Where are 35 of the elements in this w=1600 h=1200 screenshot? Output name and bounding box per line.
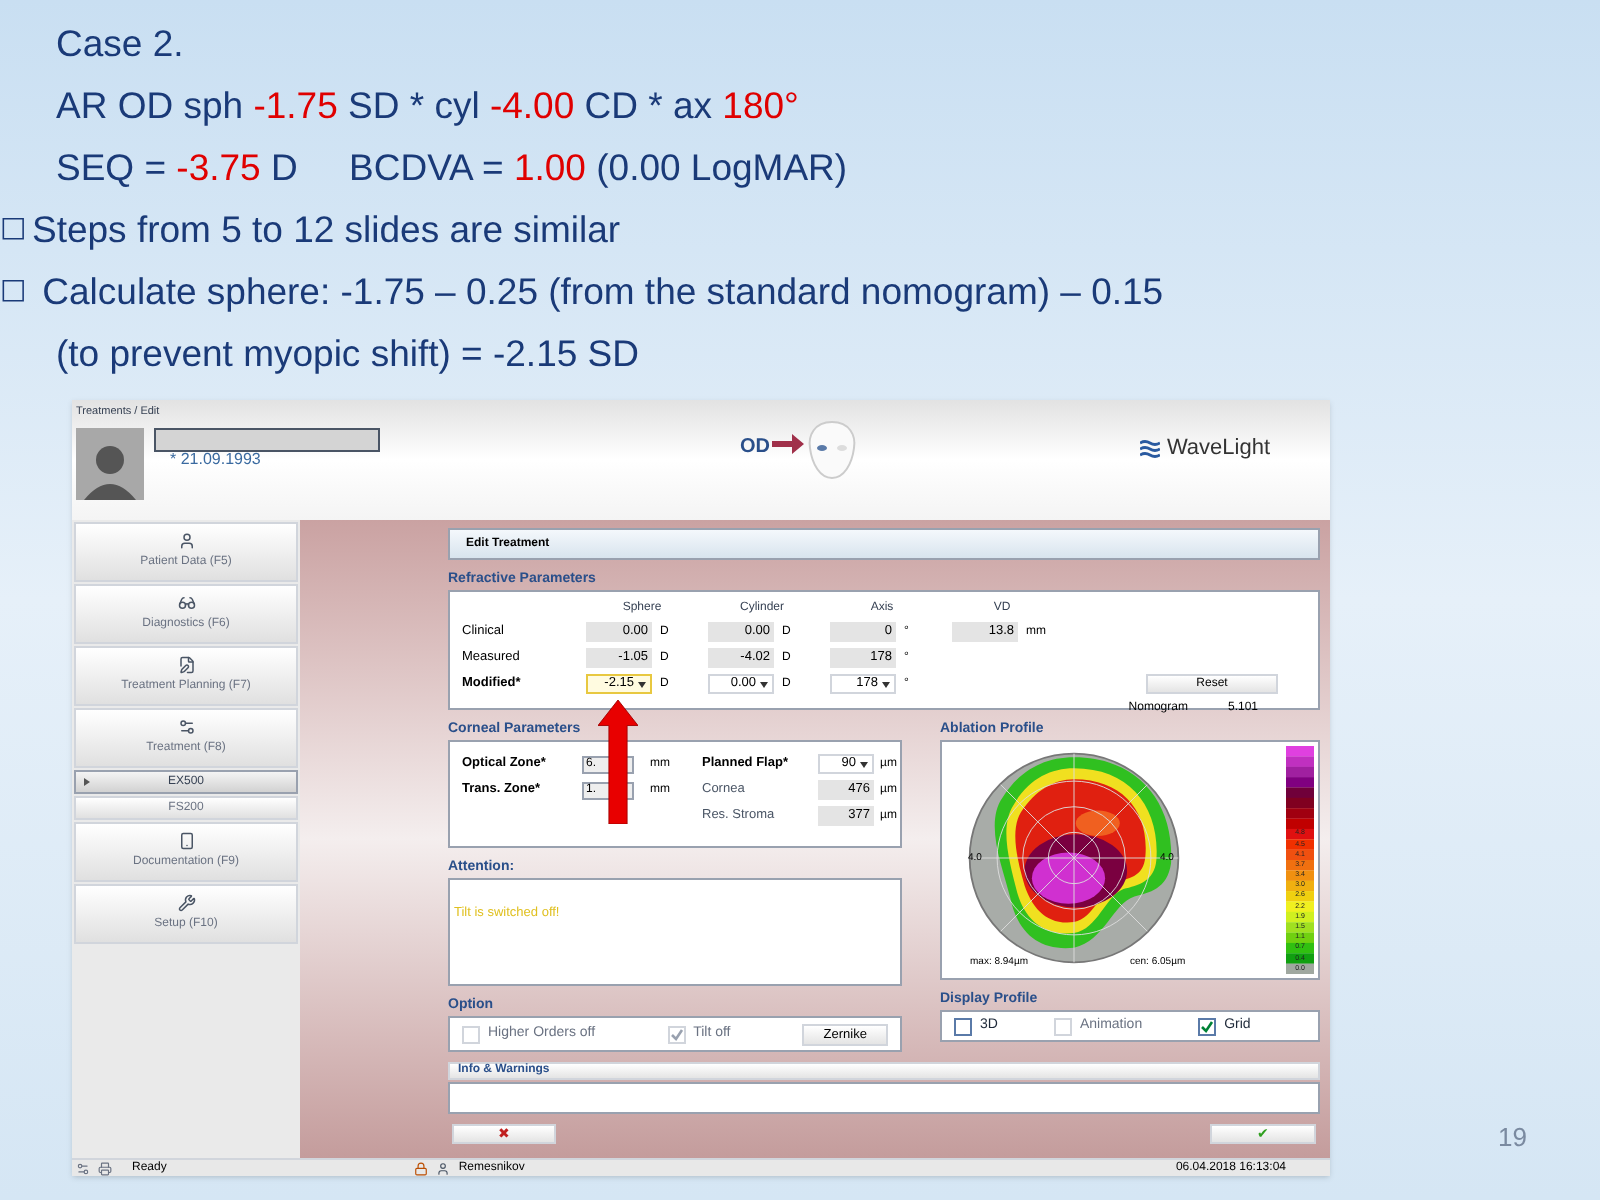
sidebar-icon — [177, 894, 195, 912]
caret-icon — [638, 681, 646, 687]
head-icon — [806, 420, 858, 480]
bullet: □ — [0, 272, 29, 310]
birth-date: * 21.09.1993 — [170, 452, 263, 469]
slide-text: AR OD sph -1.75 SD * cyl -4.00 CD * ax 180° — [56, 81, 799, 130]
person-silhouette-icon — [84, 440, 136, 501]
eye-label: OD — [740, 434, 770, 462]
slide-text: SEQ = -3.75 D BCDVA = 1.00 (0.00 LogMAR) — [56, 143, 848, 192]
up-arrow-icon — [598, 700, 638, 824]
arrow-icon — [772, 434, 804, 454]
sidebar-icon — [177, 532, 195, 550]
caret-icon — [882, 681, 890, 687]
sidebar-icon — [177, 718, 195, 736]
selection-marker-icon — [84, 778, 90, 786]
caret-icon — [760, 681, 768, 687]
slide-text: Steps from 5 to 12 slides are similar — [32, 205, 621, 254]
brand-name: WaveLight — [1166, 434, 1270, 464]
sidebar-icon — [177, 656, 195, 674]
slide-text: (to prevent myopic shift) = -2.15 SD — [56, 329, 639, 378]
check-icon — [669, 1027, 684, 1041]
wave-logo-icon — [1140, 439, 1161, 458]
caret-icon — [860, 761, 868, 767]
user-icon — [436, 1161, 451, 1175]
bullet: □ — [0, 210, 29, 248]
lock-icon — [414, 1161, 429, 1175]
check-icon — [1200, 1019, 1215, 1033]
sidebar-icon — [177, 594, 195, 612]
checkbox[interactable] — [1198, 1017, 1217, 1035]
slide-text: Calculate sphere: -1.75 – 0.25 (from the standard nomogram) – 0.15 — [40, 267, 1164, 316]
printer-icon — [98, 1161, 112, 1175]
checkbox[interactable] — [954, 1017, 972, 1035]
slide-text: Case 2. — [56, 19, 184, 68]
sidebar-icon — [177, 832, 195, 850]
page-number: 19 — [1498, 1119, 1527, 1155]
